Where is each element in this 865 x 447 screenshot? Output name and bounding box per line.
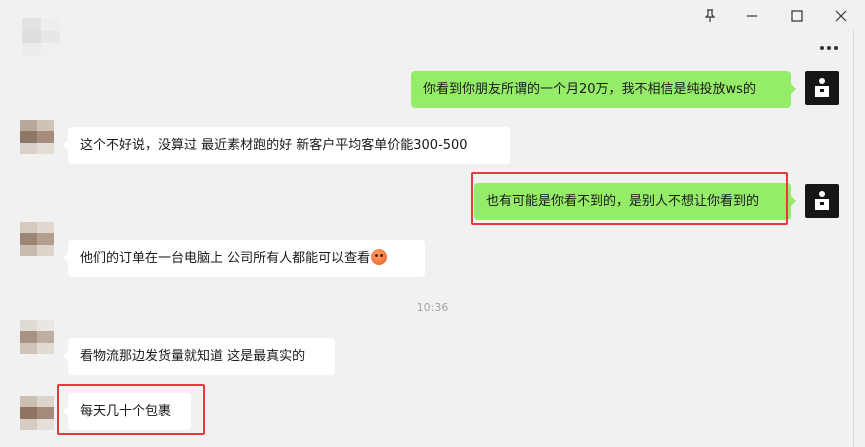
pin-icon[interactable] (695, 3, 725, 29)
message-bubble-outgoing[interactable]: 你看到你朋友所谓的一个月20万，我不相信是纯投放ws的 (411, 71, 796, 108)
message-bubble-incoming[interactable]: 看物流那边发货量就知道 这是最真实的 (63, 338, 335, 375)
contact-avatar[interactable] (20, 222, 54, 256)
close-icon[interactable] (826, 3, 856, 29)
contact-avatar[interactable] (20, 120, 54, 154)
highlight-box (471, 172, 788, 225)
message-text: 你看到你朋友所谓的一个月20万，我不相信是纯投放ws的 (423, 82, 756, 97)
maximize-icon[interactable] (782, 3, 812, 29)
title-bar (0, 0, 865, 56)
top-left-blurred-avatar (22, 18, 60, 56)
message-text: 这个不好说，没算过 最近素材跑的好 新客户平均客单价能300-500 (80, 138, 468, 153)
self-avatar[interactable] (805, 71, 839, 105)
minimize-icon[interactable] (737, 3, 767, 29)
timestamp: 10:36 (416, 301, 449, 314)
message-text: 看物流那边发货量就知道 这是最真实的 (80, 349, 306, 364)
emoji-face-icon (371, 249, 388, 265)
highlight-box (57, 384, 205, 435)
message-bubble-incoming[interactable]: 他们的订单在一台电脑上 公司所有人都能可以查看 (63, 240, 425, 277)
message-bubble-incoming[interactable]: 这个不好说，没算过 最近素材跑的好 新客户平均客单价能300-500 (63, 127, 510, 164)
self-avatar[interactable] (805, 184, 839, 218)
panel-divider (853, 30, 854, 447)
contact-avatar[interactable] (20, 320, 54, 354)
contact-avatar[interactable] (20, 396, 54, 430)
message-text: 他们的订单在一台电脑上 公司所有人都能可以查看 (80, 251, 371, 266)
more-icon[interactable] (814, 37, 844, 59)
